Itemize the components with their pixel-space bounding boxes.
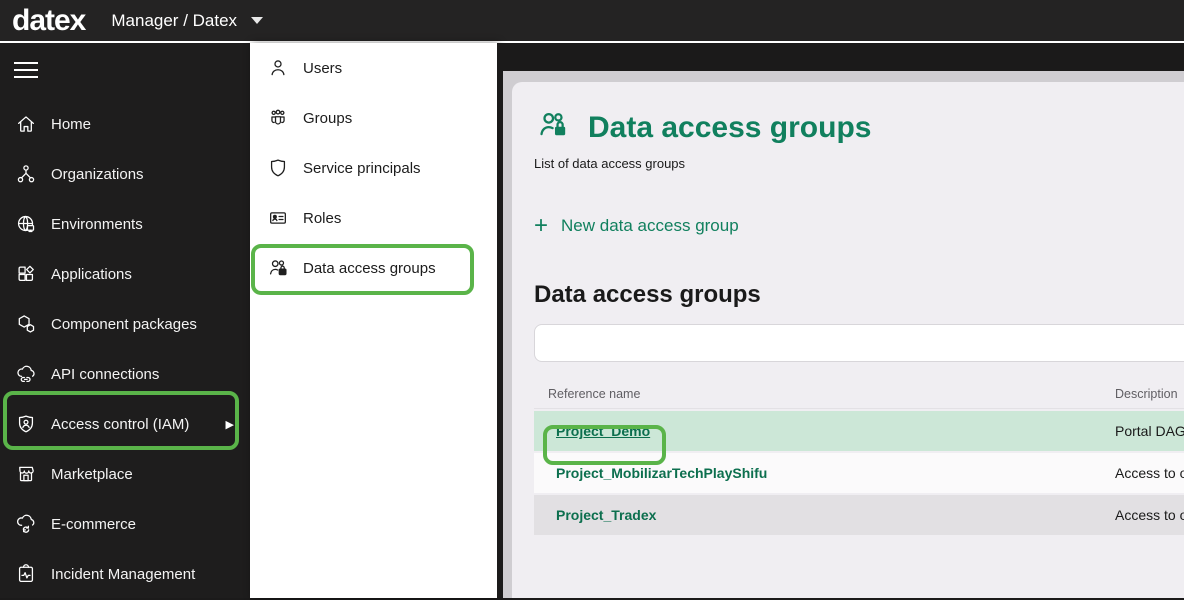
sidebar-item-environments[interactable]: Environments xyxy=(0,199,250,249)
submenu-arrow-icon: ▶ xyxy=(225,418,234,431)
reference-name-link[interactable]: Project_Tradex xyxy=(534,507,1115,523)
flyout-item-users[interactable]: Users xyxy=(250,43,497,93)
row-description: Access to o xyxy=(1115,465,1184,481)
sidebar-item-component-packages[interactable]: Component packages xyxy=(0,299,250,349)
new-button-label: New data access group xyxy=(561,216,739,235)
main-area: Data access groups List of data access g… xyxy=(497,43,1184,598)
page-title: Data access groups xyxy=(588,110,872,144)
cloud-link-icon xyxy=(14,362,38,386)
page-subtitle: List of data access groups xyxy=(534,156,686,171)
flyout-item-label: Data access groups xyxy=(303,259,436,277)
section-title: Data access groups xyxy=(534,281,761,308)
storefront-icon xyxy=(14,462,38,486)
row-description: Access to o xyxy=(1115,507,1184,523)
breadcrumb[interactable]: Manager / Datex xyxy=(111,10,264,31)
sidebar-item-label: E-commerce xyxy=(51,515,137,533)
sidebar-item-access-control[interactable]: Access control (IAM) ▶ xyxy=(0,399,250,449)
column-header-description: Description xyxy=(1115,386,1178,401)
shield-person-icon xyxy=(14,412,38,436)
cloud-sync-icon xyxy=(14,512,38,536)
sidebar-item-label: Environments xyxy=(51,215,143,233)
flyout-item-data-access-groups[interactable]: Data access groups xyxy=(250,243,497,293)
search-input[interactable] xyxy=(534,324,1184,362)
data-access-groups-table: Reference name Description Project_Demo … xyxy=(534,379,1184,535)
access-control-flyout: Users Groups Service principals Roles Da… xyxy=(250,43,497,598)
flyout-item-groups[interactable]: Groups xyxy=(250,93,497,143)
chevron-down-icon[interactable] xyxy=(251,17,264,24)
new-data-access-group-button[interactable]: + New data access group xyxy=(534,214,739,238)
flyout-item-roles[interactable]: Roles xyxy=(250,193,497,243)
person-icon xyxy=(266,56,290,80)
sidebar-item-label: Home xyxy=(51,115,92,133)
table-header: Reference name Description xyxy=(534,379,1184,409)
hamburger-menu-icon[interactable] xyxy=(0,55,52,85)
sidebar-item-label: Access control (IAM) xyxy=(51,415,190,433)
sidebar-item-home[interactable]: Home xyxy=(0,99,250,149)
reference-name-link[interactable]: Project_MobilizarTechPlayShifu xyxy=(534,465,1115,481)
id-card-icon xyxy=(266,206,290,230)
datex-logo: datex xyxy=(12,3,86,37)
top-bar: datex Manager / Datex xyxy=(0,0,1184,43)
home-icon xyxy=(14,112,38,136)
people-lock-icon xyxy=(266,256,290,280)
apps-icon xyxy=(14,262,38,286)
sidebar-item-incident-management[interactable]: Incident Management xyxy=(0,549,250,599)
table-row[interactable]: Project_MobilizarTechPlayShifu Access to… xyxy=(534,453,1184,493)
sidebar-item-api-connections[interactable]: API connections xyxy=(0,349,250,399)
flyout-item-label: Roles xyxy=(303,209,342,227)
reference-name-link[interactable]: Project_Demo xyxy=(534,423,1115,439)
plus-icon: + xyxy=(534,212,549,239)
column-header-reference-name: Reference name xyxy=(548,386,641,401)
flyout-item-label: Groups xyxy=(303,109,353,127)
sidebar-item-ecommerce[interactable]: E-commerce xyxy=(0,499,250,549)
sidebar-item-label: Applications xyxy=(51,265,132,283)
flyout-item-label: Users xyxy=(303,59,343,77)
shield-icon xyxy=(266,156,290,180)
organizations-icon xyxy=(14,162,38,186)
people-lock-icon xyxy=(534,108,572,147)
sidebar-item-label: Incident Management xyxy=(51,565,196,583)
people-team-icon xyxy=(266,106,290,130)
sidebar-item-label: Organizations xyxy=(51,165,144,183)
flyout-item-label: Service principals xyxy=(303,159,421,177)
sidebar-item-label: Marketplace xyxy=(51,465,133,483)
clipboard-pulse-icon xyxy=(14,562,38,586)
row-description: Portal DAG xyxy=(1115,423,1184,439)
flyout-item-service-principals[interactable]: Service principals xyxy=(250,143,497,193)
breadcrumb-label: Manager / Datex xyxy=(111,10,238,30)
data-access-groups-panel: Data access groups List of data access g… xyxy=(512,82,1184,598)
sidebar-item-applications[interactable]: Applications xyxy=(0,249,250,299)
table-row[interactable]: Project_Demo Portal DAG xyxy=(534,411,1184,451)
sidebar: Home Organizations Environments Applicat… xyxy=(0,43,250,598)
sidebar-item-label: Component packages xyxy=(51,315,197,333)
globe-icon xyxy=(14,212,38,236)
sidebar-item-marketplace[interactable]: Marketplace xyxy=(0,449,250,499)
table-row[interactable]: Project_Tradex Access to o xyxy=(534,495,1184,535)
sidebar-item-organizations[interactable]: Organizations xyxy=(0,149,250,199)
sidebar-item-label: API connections xyxy=(51,365,160,383)
hexagons-icon xyxy=(14,312,38,336)
